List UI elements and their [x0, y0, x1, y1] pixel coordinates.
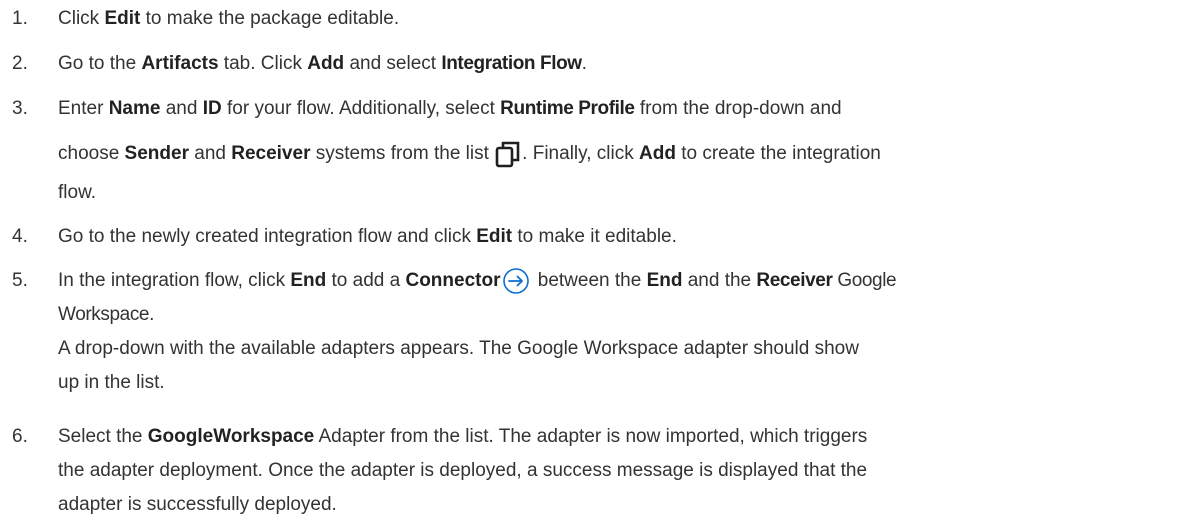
step-text: Select the GoogleWorkspace Adapter from …	[58, 426, 868, 515]
add-label: Add	[307, 53, 345, 74]
step-text: Go to the Artifacts tab. Click Add and s…	[58, 53, 587, 74]
name-label: Name	[108, 98, 161, 119]
step-number: 1.	[12, 8, 28, 29]
id-label: ID	[202, 98, 222, 119]
step-number: 3.	[12, 98, 28, 119]
end-label: End	[646, 270, 683, 291]
step-text: Go to the newly created integration flow…	[58, 226, 677, 247]
add-label: Add	[639, 143, 676, 164]
receiver-label: Receiver	[231, 143, 311, 164]
sender-label: Sender	[124, 143, 189, 164]
arrow-right-circle-icon	[502, 267, 530, 295]
receiver-label: Receiver	[756, 270, 833, 291]
step-text: In the integration flow, click End to ad…	[58, 264, 1183, 400]
step-number: 6.	[12, 426, 28, 447]
edit-label: Edit	[476, 226, 513, 247]
end-label: End	[290, 270, 327, 291]
copy-icon	[494, 139, 522, 169]
step-text: Enter Name and ID for your flow. Additio…	[58, 98, 881, 203]
step-text: Click Edit to make the package editable.	[58, 8, 400, 29]
connector-label: Connector	[405, 270, 501, 291]
edit-label: Edit	[104, 8, 141, 29]
googleworkspace-label: GoogleWorkspace	[147, 426, 315, 447]
runtime-profile-label: Runtime Profile	[500, 98, 635, 119]
step-number: 2.	[12, 53, 28, 74]
step-number: 4.	[12, 226, 28, 247]
integration-flow-label: Integration Flow	[441, 53, 582, 74]
step-number: 5.	[12, 270, 28, 291]
artifacts-label: Artifacts	[141, 53, 219, 74]
